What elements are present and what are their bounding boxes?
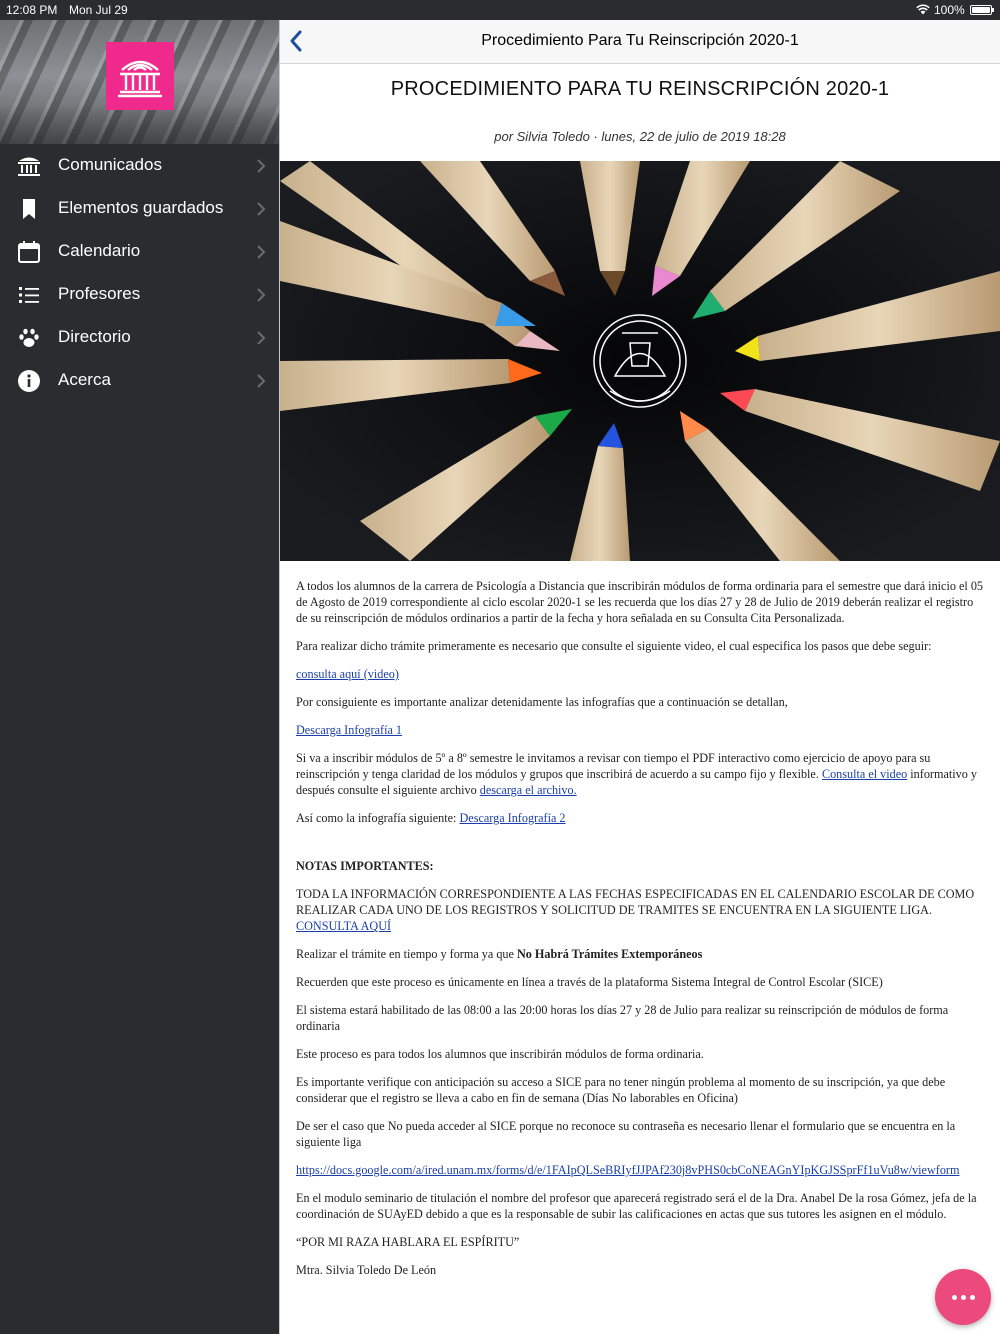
paragraph-link: consulta aquí (video)	[296, 666, 986, 682]
chevron-right-icon	[257, 245, 266, 259]
sidebar-item-label: Profesores	[58, 284, 141, 303]
article-body: A todos los alumnos de la carrera de Psi…	[296, 578, 986, 1290]
notes-heading-text: NOTAS IMPORTANTES:	[296, 859, 434, 873]
building-logo-icon	[118, 60, 162, 98]
more-options-button[interactable]	[935, 1269, 991, 1325]
sidebar-item-label: Comunicados	[58, 155, 162, 174]
paragraph-text: Así como la infografía siguiente:	[296, 811, 460, 825]
calendar-icon	[18, 241, 40, 263]
google-form-link[interactable]: https://docs.google.com/a/ired.unam.mx/f…	[296, 1163, 959, 1177]
sidebar-menu: Comunicados Elementos guardados Calendar…	[0, 144, 279, 402]
sidebar-item-label: Acerca	[58, 370, 111, 389]
infografia-1-link[interactable]: Descarga Infografía 1	[296, 723, 402, 737]
paragraph: Es importante verifique con anticipación…	[296, 1075, 946, 1105]
paragraph: “POR MI RAZA HABLARA EL ESPÍRITU”	[296, 1235, 520, 1249]
article-title: PROCEDIMIENTO PARA TU REINSCRIPCIÓN 2020…	[390, 78, 890, 100]
more-dot-icon	[952, 1295, 957, 1300]
paragraph-link: https://docs.google.com/a/ired.unam.mx/f…	[296, 1162, 986, 1178]
status-date: Mon Jul 29	[69, 3, 128, 17]
more-dot-icon	[970, 1295, 975, 1300]
consulta-aqui-link[interactable]: CONSULTA AQUÍ	[296, 919, 391, 933]
notes-heading: NOTAS IMPORTANTES:	[296, 858, 986, 874]
paragraph-text: Realizar el trámite en tiempo y forma ya…	[296, 947, 517, 961]
status-bar: 12:08 PM Mon Jul 29 100%	[0, 0, 1000, 20]
chevron-right-icon	[257, 159, 266, 173]
sidebar-item-directorio[interactable]: Directorio	[0, 316, 279, 359]
sidebar-item-calendario[interactable]: Calendario	[0, 230, 279, 273]
paragraph: A todos los alumnos de la carrera de Psi…	[296, 579, 984, 625]
infografia-2-link[interactable]: Descarga Infografía 2	[459, 811, 565, 825]
list-icon	[19, 287, 39, 303]
paragraph: Este proceso es para todos los alumnos q…	[296, 1047, 704, 1061]
battery-icon	[970, 5, 994, 15]
nav-title: Procedimiento Para Tu Reinscripción 2020…	[481, 32, 799, 49]
more-dot-icon	[961, 1295, 966, 1300]
wifi-icon	[916, 4, 930, 15]
paragraph: Recuerden que este proceso es únicamente…	[296, 975, 883, 989]
video-informativo-link[interactable]: Consulta el video	[822, 767, 907, 781]
sidebar-item-label: Elementos guardados	[58, 198, 224, 217]
paragraph-bold: No Habrá Trámites Extemporáneos	[516, 947, 703, 961]
colored-pencils-image	[280, 161, 1000, 561]
sidebar-item-profesores[interactable]: Profesores	[0, 273, 279, 316]
sidebar-item-label: Calendario	[58, 241, 141, 260]
sidebar: Comunicados Elementos guardados Calendar…	[0, 20, 279, 1334]
article-hero-image	[280, 161, 1000, 561]
paragraph: TODA LA INFORMACIÓN CORRESPONDIENTE A LA…	[296, 886, 986, 934]
paragraph: Así como la infografía siguiente: Descar…	[296, 810, 986, 826]
chevron-right-icon	[257, 288, 266, 302]
paragraph: Si va a inscribir módulos de 5º a 8º sem…	[296, 750, 986, 798]
bookmark-icon	[23, 199, 35, 219]
navigation-bar: Procedimiento Para Tu Reinscripción 2020…	[280, 20, 1000, 64]
archivo-link[interactable]: descarga el archivo.	[480, 783, 577, 797]
paragraph-link: Descarga Infografía 1	[296, 722, 986, 738]
sidebar-header-image	[0, 20, 279, 144]
sidebar-item-acerca[interactable]: Acerca	[0, 359, 279, 402]
paragraph: El sistema estará habilitado de las 08:0…	[296, 1003, 949, 1033]
paragraph: Por consiguiente es importante analizar …	[296, 695, 788, 709]
chevron-right-icon	[257, 374, 266, 388]
paw-icon	[19, 328, 39, 347]
signature: Mtra. Silvia Toledo De León	[296, 1263, 437, 1277]
battery-percent: 100%	[934, 3, 965, 17]
chevron-right-icon	[257, 331, 266, 345]
paragraph: Para realizar dicho trámite primeramente…	[296, 639, 932, 653]
building-icon	[18, 157, 40, 176]
paragraph: Realizar el trámite en tiempo y forma ya…	[296, 946, 986, 962]
article-content: PROCEDIMIENTO PARA TU REINSCRIPCIÓN 2020…	[280, 64, 1000, 1334]
article-byline: por Silvia Toledo · lunes, 22 de julio d…	[494, 129, 786, 144]
sidebar-item-label: Directorio	[58, 327, 131, 346]
paragraph: De ser el caso que No pueda acceder al S…	[296, 1119, 956, 1149]
status-time: 12:08 PM	[6, 3, 58, 17]
sidebar-item-elementos-guardados[interactable]: Elementos guardados	[0, 187, 279, 230]
info-icon	[18, 370, 40, 392]
paragraph: En el modulo seminario de titulación el …	[296, 1191, 977, 1221]
app-logo	[106, 42, 174, 110]
paragraph-text: TODA LA INFORMACIÓN CORRESPONDIENTE A LA…	[296, 887, 975, 917]
sidebar-item-comunicados[interactable]: Comunicados	[0, 144, 279, 187]
chevron-right-icon	[257, 202, 266, 216]
video-link[interactable]: consulta aquí (video)	[296, 667, 399, 681]
